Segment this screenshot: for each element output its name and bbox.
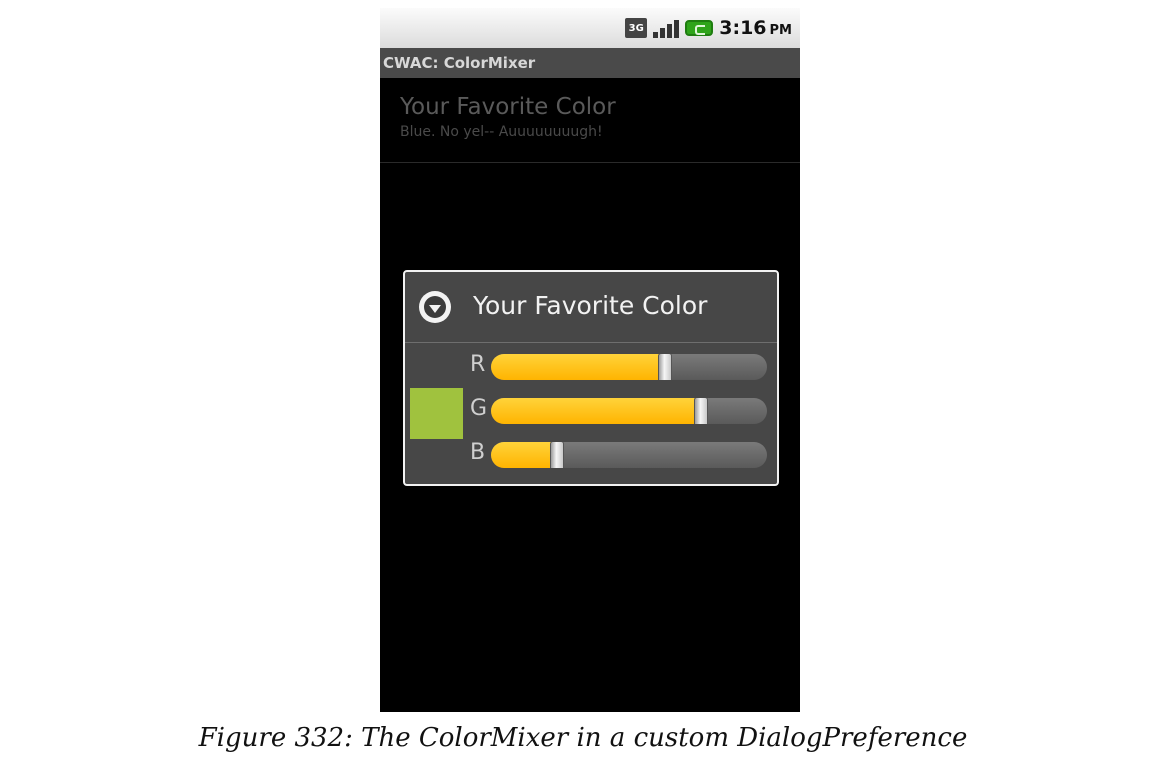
- preference-title: Your Favorite Color: [400, 94, 616, 120]
- app-title-bar: CWAC: ColorMixer: [380, 48, 800, 78]
- slider-thumb-green[interactable]: [694, 398, 708, 424]
- status-time: 3:16: [719, 17, 767, 39]
- slider-row-blue: B: [465, 438, 775, 472]
- dropdown-arrow-icon: [419, 291, 451, 323]
- slider-label-blue: B: [470, 440, 486, 465]
- slider-label-red: R: [470, 352, 486, 377]
- clock: 3:16 PM: [719, 17, 792, 39]
- battery-charging-icon: [685, 20, 714, 36]
- list-divider: [380, 162, 800, 163]
- slider-track-green[interactable]: [491, 398, 767, 424]
- slider-thumb-blue[interactable]: [550, 442, 564, 468]
- slider-row-green: G: [465, 394, 775, 428]
- slider-fill-blue: [491, 442, 557, 468]
- slider-fill-red: [491, 354, 665, 380]
- signal-icon: [653, 18, 680, 38]
- status-ampm: PM: [769, 23, 792, 38]
- slider-track-blue[interactable]: [491, 442, 767, 468]
- slider-label-green: G: [470, 396, 488, 421]
- 3g-icon: 3G: [625, 18, 648, 38]
- color-mixer-dialog: Your Favorite Color R G B: [403, 270, 779, 486]
- dialog-header: Your Favorite Color: [405, 272, 777, 343]
- dialog-title: Your Favorite Color: [473, 291, 708, 320]
- figure-caption: Figure 332: The ColorMixer in a custom D…: [198, 723, 968, 753]
- color-swatch: [410, 388, 463, 439]
- preference-summary: Blue. No yel-- Auuuuuuuugh!: [400, 124, 603, 140]
- slider-thumb-red[interactable]: [658, 354, 672, 380]
- slider-fill-green: [491, 398, 701, 424]
- phone-screen: 3G 3:16 PM CWAC: ColorMixer Your Favorite…: [380, 8, 800, 712]
- status-icons: 3G 3:16 PM: [625, 17, 792, 39]
- preference-item-favorite-color[interactable]: Your Favorite Color Blue. No yel-- Auuuu…: [400, 94, 616, 140]
- status-bar: 3G 3:16 PM: [380, 8, 800, 48]
- slider-row-red: R: [465, 350, 775, 384]
- slider-track-red[interactable]: [491, 354, 767, 380]
